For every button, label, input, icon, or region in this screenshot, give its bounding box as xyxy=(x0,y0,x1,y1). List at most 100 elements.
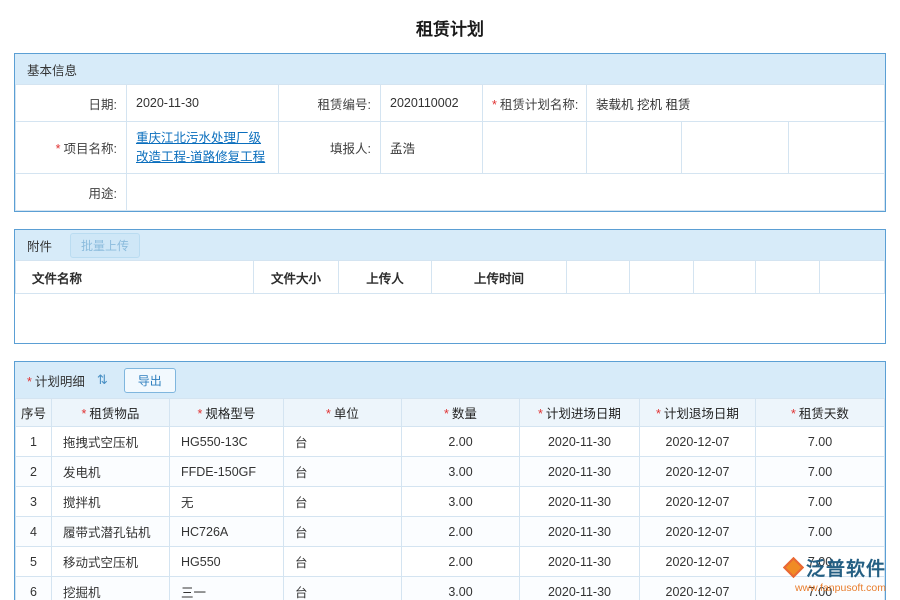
label-text: 租赁计划名称: xyxy=(500,98,578,112)
attachments-empty-area xyxy=(15,294,885,343)
required-mark: * xyxy=(656,407,661,421)
rent-no-label: 租赁编号: xyxy=(279,85,381,122)
label-text: 日期: xyxy=(89,98,117,112)
empty-col-header xyxy=(694,261,756,294)
cell-item: 移动式空压机 xyxy=(52,547,170,577)
cell-index: 1 xyxy=(16,427,52,457)
sort-icon[interactable]: ⇅ xyxy=(97,372,108,388)
value-text: 装载机 挖机 租赁 xyxy=(596,98,690,112)
col-header-item: *租赁物品 xyxy=(52,399,170,427)
plan-details-title: 计划明细 xyxy=(35,375,85,389)
cell-entry-date: 2020-11-30 xyxy=(520,487,640,517)
project-label: *项目名称: xyxy=(16,122,127,174)
table-row: 5 移动式空压机 HG550 台 2.00 2020-11-30 2020-12… xyxy=(16,547,885,577)
date-value: 2020-11-30 xyxy=(127,85,279,122)
header-text: 计划进场日期 xyxy=(546,407,621,421)
cell-unit: 台 xyxy=(284,517,402,547)
export-button[interactable]: 导出 xyxy=(124,368,176,393)
cell-quantity: 3.00 xyxy=(402,457,520,487)
col-header-entry-date: *计划进场日期 xyxy=(520,399,640,427)
date-label: 日期: xyxy=(16,85,127,122)
attachments-header-row: 文件名称 文件大小 上传人 上传时间 xyxy=(16,261,885,294)
cell-entry-date: 2020-11-30 xyxy=(520,517,640,547)
plan-name-value: 装载机 挖机 租赁 xyxy=(587,85,885,122)
value-text: 孟浩 xyxy=(390,142,415,156)
col-header-index: 序号 xyxy=(16,399,52,427)
cell-quantity: 2.00 xyxy=(402,517,520,547)
required-mark: * xyxy=(444,407,449,421)
attachments-header: 附件 批量上传 xyxy=(15,230,885,260)
header-text: 规格型号 xyxy=(205,407,255,421)
basic-info-row-2: *项目名称: 重庆江北污水处理厂级改造工程-道路修复工程 填报人: 孟浩 xyxy=(16,122,885,174)
cell-rent-days: 7.00 xyxy=(756,427,885,457)
col-header-quantity: *数量 xyxy=(402,399,520,427)
required-mark: * xyxy=(56,142,61,156)
empty-col-header xyxy=(756,261,820,294)
empty-cell xyxy=(789,122,885,174)
filler-label: 填报人: xyxy=(279,122,381,174)
header-text: 租赁物品 xyxy=(89,407,139,421)
project-link[interactable]: 重庆江北污水处理厂级改造工程-道路修复工程 xyxy=(136,129,269,167)
batch-upload-button[interactable]: 批量上传 xyxy=(70,233,140,258)
cell-unit: 台 xyxy=(284,577,402,600)
header-text: 序号 xyxy=(21,407,46,421)
empty-cell xyxy=(483,122,587,174)
cell-item: 挖掘机 xyxy=(52,577,170,600)
page: 租赁计划 基本信息 日期: 2020-11-30 租赁编号: 202011000… xyxy=(0,0,900,600)
cell-model: 三一 xyxy=(170,577,284,600)
cell-model: HC726A xyxy=(170,517,284,547)
cell-rent-days: 7.00 xyxy=(756,457,885,487)
cell-unit: 台 xyxy=(284,427,402,457)
cell-index: 4 xyxy=(16,517,52,547)
cell-exit-date: 2020-12-07 xyxy=(640,577,756,600)
cell-exit-date: 2020-12-07 xyxy=(640,547,756,577)
label-text: 项目名称: xyxy=(64,142,117,156)
basic-info-title: 基本信息 xyxy=(27,60,77,79)
cell-model: HG550 xyxy=(170,547,284,577)
cell-rent-days: 7.00 xyxy=(756,577,885,600)
plan-details-table: 序号 *租赁物品 *规格型号 *单位 *数量 *计划进场日期 *计划退场日期 *… xyxy=(15,398,885,600)
plan-details-header: *计划明细 ⇅ 导出 xyxy=(15,362,885,398)
cell-rent-days: 7.00 xyxy=(756,517,885,547)
table-row: 1 拖拽式空压机 HG550-13C 台 2.00 2020-11-30 202… xyxy=(16,427,885,457)
label-text: 填报人: xyxy=(330,142,371,156)
cell-model: 无 xyxy=(170,487,284,517)
table-row: 4 履带式潜孔钻机 HC726A 台 2.00 2020-11-30 2020-… xyxy=(16,517,885,547)
basic-info-table: 日期: 2020-11-30 租赁编号: 2020110002 * 租赁计划名称:… xyxy=(15,84,885,211)
cell-entry-date: 2020-11-30 xyxy=(520,547,640,577)
table-row: 2 发电机 FFDE-150GF 台 3.00 2020-11-30 2020-… xyxy=(16,457,885,487)
cell-unit: 台 xyxy=(284,487,402,517)
cell-exit-date: 2020-12-07 xyxy=(640,427,756,457)
col-header-upload-time: 上传时间 xyxy=(432,261,567,294)
header-text: 计划退场日期 xyxy=(664,407,739,421)
required-mark: * xyxy=(198,407,203,421)
header-text: 数量 xyxy=(452,407,477,421)
plan-details-header-row: 序号 *租赁物品 *规格型号 *单位 *数量 *计划进场日期 *计划退场日期 *… xyxy=(16,399,885,427)
usage-value xyxy=(127,174,885,211)
header-text: 单位 xyxy=(334,407,359,421)
cell-exit-date: 2020-12-07 xyxy=(640,457,756,487)
header-text: 租赁天数 xyxy=(799,407,849,421)
cell-rent-days: 7.00 xyxy=(756,487,885,517)
cell-index: 6 xyxy=(16,577,52,600)
table-row: 6 挖掘机 三一 台 3.00 2020-11-30 2020-12-07 7.… xyxy=(16,577,885,600)
required-mark: * xyxy=(326,407,331,421)
cell-index: 5 xyxy=(16,547,52,577)
cell-unit: 台 xyxy=(284,457,402,487)
col-header-file-name: 文件名称 xyxy=(16,261,254,294)
empty-cell xyxy=(587,122,682,174)
cell-exit-date: 2020-12-07 xyxy=(640,517,756,547)
col-header-model: *规格型号 xyxy=(170,399,284,427)
cell-quantity: 2.00 xyxy=(402,427,520,457)
required-mark: * xyxy=(791,407,796,421)
cell-unit: 台 xyxy=(284,547,402,577)
col-header-exit-date: *计划退场日期 xyxy=(640,399,756,427)
filler-value: 孟浩 xyxy=(381,122,483,174)
cell-index: 2 xyxy=(16,457,52,487)
value-text: 2020110002 xyxy=(390,96,459,110)
attachments-title: 附件 xyxy=(27,236,52,255)
cell-rent-days: 7.00 xyxy=(756,547,885,577)
required-mark: * xyxy=(538,407,543,421)
basic-info-row-1: 日期: 2020-11-30 租赁编号: 2020110002 *租赁计划名称:… xyxy=(16,85,885,122)
cell-item: 搅拌机 xyxy=(52,487,170,517)
